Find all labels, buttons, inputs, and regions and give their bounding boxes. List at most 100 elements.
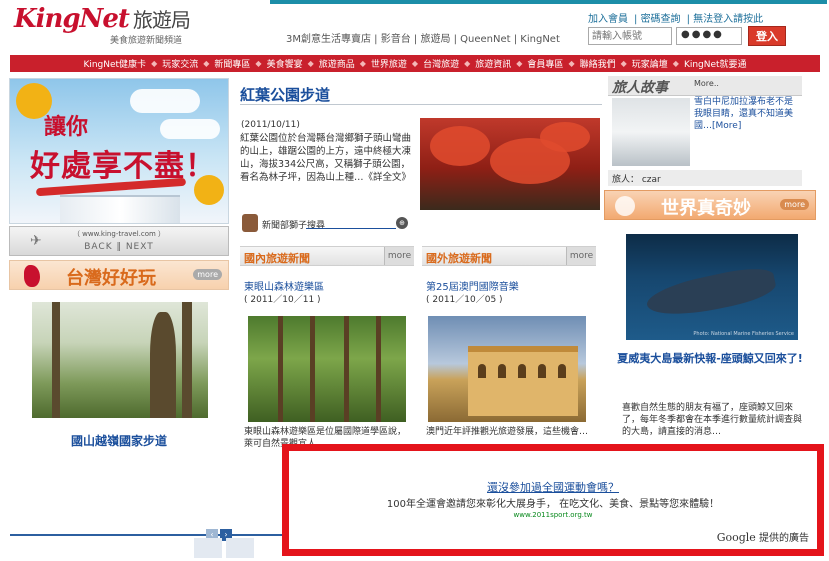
church-window — [558, 364, 566, 378]
blurred-thumbnail — [194, 538, 222, 558]
slider-back-next[interactable]: BACK ‖ NEXT — [10, 242, 228, 252]
taiwan-caption-link[interactable]: 國山越嶺國家步道 — [9, 432, 229, 449]
nav-separator: ◆ — [568, 59, 575, 68]
traveler-story-title: 旅人故事 — [612, 80, 668, 96]
nav-separator: ◆ — [203, 59, 210, 68]
tree-trunk — [344, 316, 349, 422]
nav-separator: ◆ — [151, 59, 158, 68]
nav-item-food[interactable]: 美食饗宴 — [267, 57, 303, 70]
nav-separator: ◆ — [255, 59, 262, 68]
red-foliage — [430, 126, 490, 166]
nav-separator: ◆ — [411, 59, 419, 68]
nav-item-info[interactable]: 旅遊資訊 — [475, 57, 511, 70]
top-links[interactable]: 3M創意生活專賣店 | 影音台 | 旅遊局 | QueenNet | KingN… — [286, 30, 560, 45]
article-date: (2011/10/11) — [241, 120, 300, 130]
main-nav: KingNet健康卡 ◆ 玩家交流 ◆ 新聞專區 ◆ 美食饗宴 ◆ 旅遊商品 ◆ 世界旅遊… — [10, 55, 820, 72]
foreign-news-header: 國外旅遊新聞 more — [422, 246, 596, 266]
author-name[interactable]: 新聞部獅子搜尋 — [262, 218, 325, 231]
pager: ‹ › — [206, 522, 236, 541]
traveler-story-photo[interactable] — [612, 98, 690, 166]
foreign-news-link[interactable]: 第25屆澳門國際音樂 — [426, 278, 519, 293]
author-more-icon[interactable]: ⊕ — [396, 217, 408, 229]
foreign-news-title: 國外旅遊新聞 — [426, 252, 492, 265]
google-logo-text: Google — [716, 531, 756, 544]
domestic-news-date: ( 2011／10／11 ) — [244, 295, 321, 305]
traveler-story-text[interactable]: 雪白中尼加拉瀑布老不是我眼目睛，還真不知道美國…[More] — [694, 96, 800, 132]
domestic-news-header: 國內旅遊新聞 more — [240, 246, 414, 266]
google-ad-box: 還沒參加過全國運動會嗎？ 100年全運會邀請您來彰化大展身手， 在吃文化、美食、… — [282, 444, 824, 556]
banner-buildings — [60, 195, 180, 223]
nav-item-news[interactable]: 新聞專區 — [214, 57, 250, 70]
world-section-title: 世界真奇妙 — [661, 198, 751, 219]
foreign-news-photo[interactable] — [428, 316, 586, 422]
google-ads-suffix: 提供的廣告 — [759, 533, 809, 544]
banner-slider-controls: ✈ （ www.king-travel.com ） BACK ‖ NEXT — [9, 226, 229, 256]
domestic-more-button[interactable]: more — [384, 247, 414, 265]
banner-cloud — [160, 119, 220, 139]
header-top-strip — [270, 0, 827, 4]
taiwan-section-title: 台灣好好玩 — [66, 268, 156, 289]
banner-cloud — [130, 89, 200, 113]
login-button[interactable]: 登入 — [748, 26, 786, 46]
login-help-link[interactable]: 無法登入請按此 — [693, 14, 763, 25]
author-underline — [306, 228, 396, 229]
foreign-news-date: ( 2011／10／05 ) — [426, 295, 503, 305]
nav-item-contact[interactable]: 聯絡我們 — [580, 57, 616, 70]
photo-credit: Photo: National Marine Fisheries Service — [693, 331, 794, 337]
nav-item-player-exchange[interactable]: 玩家交流 — [162, 57, 198, 70]
nav-separator: ◆ — [620, 59, 627, 68]
domestic-news-photo[interactable] — [248, 316, 406, 422]
church-window — [478, 364, 486, 378]
join-member-link[interactable]: 加入會員 — [588, 14, 628, 25]
traveler-name: 旅人： czar — [608, 170, 802, 186]
logo-cn: 旅遊局 — [132, 8, 191, 32]
tree-trunk — [150, 312, 176, 418]
nav-item-kingnet[interactable]: KingNet就要通 — [684, 57, 747, 70]
nav-separator: ◆ — [464, 59, 471, 68]
world-desc: 喜歡自然生態的朋友有福了，座頭鯨又回來了，每年冬季都會在本季進行數量統計調查與的… — [622, 403, 803, 437]
nav-item-products[interactable]: 旅遊商品 — [319, 57, 355, 70]
ad-headline-link[interactable]: 還沒參加過全國運動會嗎？ — [289, 479, 817, 495]
foreign-more-button[interactable]: more — [566, 247, 596, 265]
taiwan-section-header: 台灣好好玩 more — [9, 260, 229, 290]
mascot-bird — [194, 175, 224, 205]
nav-separator: ◆ — [307, 59, 314, 68]
logo-wordmark: KingNet 旅遊局 — [14, 4, 191, 34]
world-more-button[interactable]: more — [780, 199, 809, 210]
password-query-link[interactable]: 密碼查詢 — [641, 14, 681, 25]
google-ads-attribution[interactable]: Google 提供的廣告 — [717, 529, 809, 544]
church-window — [518, 364, 526, 378]
article-photo[interactable] — [420, 118, 600, 210]
banner-line-1: 讓你 — [44, 114, 89, 140]
nav-item-world[interactable]: 世界旅遊 — [371, 57, 407, 70]
nav-item-taiwan[interactable]: 台灣旅遊 — [423, 57, 459, 70]
account-input[interactable] — [588, 27, 672, 45]
nav-item-health-card[interactable]: KingNet健康卡 — [83, 57, 146, 70]
taiwan-more-button[interactable]: more — [193, 269, 222, 280]
taiwan-trail-photo[interactable] — [32, 302, 208, 418]
traveler-story-more[interactable]: More.. — [694, 79, 719, 88]
slider-url: （ www.king-travel.com ） — [72, 230, 166, 238]
humpback-whale — [643, 262, 779, 324]
whale-photo[interactable]: Photo: National Marine Fisheries Service — [626, 234, 798, 340]
church-window — [498, 364, 506, 378]
article-title[interactable]: 紅葉公園步道 — [240, 84, 330, 105]
church-window — [538, 364, 546, 378]
world-caption-link[interactable]: 夏威夷大島最新快報-座頭鯨又回來了! — [604, 352, 816, 366]
world-section-header: 世界真奇妙 more — [604, 190, 816, 220]
red-foliage — [540, 122, 590, 152]
author-avatar — [242, 214, 258, 232]
promo-banner[interactable]: 讓你 好處享不盡！ — [9, 78, 229, 224]
tree-trunk — [310, 316, 315, 422]
ad-url-link[interactable]: www.2011sport.org.tw — [289, 511, 817, 519]
site-header: KingNet 旅遊局 美食旅遊新聞頻道 3M創意生活專賣店 | 影音台 | 旅遊… — [0, 0, 829, 54]
domestic-news-link[interactable]: 東眼山森林遊樂區 — [244, 278, 324, 293]
divider — [240, 104, 602, 105]
church-building — [468, 346, 578, 416]
article-summary: 紅葉公園位於台灣縣台灣鄉獅子頭山彎曲的山上，雄踞公園的上方，遠中終極大凍山，海拔… — [240, 133, 412, 183]
nav-item-member[interactable]: 會員專區 — [527, 57, 563, 70]
nav-separator: ◆ — [359, 59, 366, 68]
password-input[interactable]: ●●●● — [676, 27, 742, 45]
tree-trunk — [278, 316, 283, 422]
nav-item-forum[interactable]: 玩家論壇 — [632, 57, 668, 70]
